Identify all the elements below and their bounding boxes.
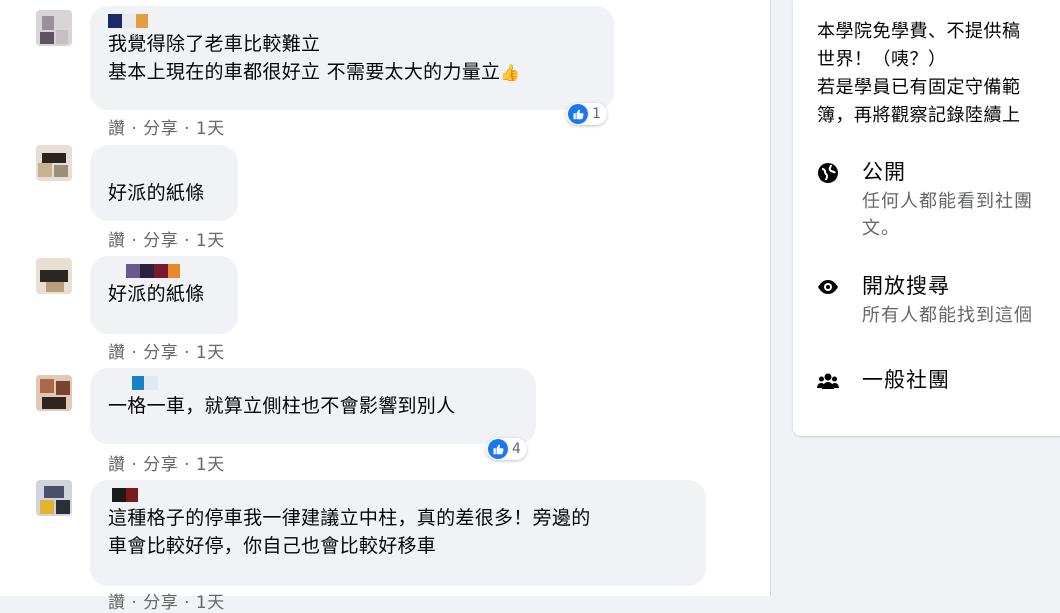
comment-bubble: 這種格子的停車我一律建議立中柱，真的差很多！旁邊的 車會比較好停，你自己也會比較… xyxy=(90,480,706,586)
group-about-panel: 本學院免學費、不提供稿 世界！（咦？） 若是學員已有固定守備範 簿，再將觀察記錄… xyxy=(793,0,1060,436)
avatar[interactable] xyxy=(36,258,72,294)
like-icon xyxy=(568,104,588,124)
avatar[interactable] xyxy=(36,375,72,411)
group-type-title: 一般社團 xyxy=(862,368,950,392)
visibility-subtitle: 所有人都能找到這個 xyxy=(862,305,1033,326)
like-icon xyxy=(488,439,508,459)
reaction-count[interactable]: 4 xyxy=(486,438,527,460)
column-divider xyxy=(770,0,771,596)
privacy-subtitle: 任何人都能看到社團 文。 xyxy=(862,191,1033,239)
thumbs-up-emoji: 👍 xyxy=(500,63,521,82)
comment-text: 好派的紙條 xyxy=(108,182,205,204)
comment-bubble: 我覺得除了老車比較難立 基本上現在的車都很好立 不需要太大的力量立👍 xyxy=(90,6,614,110)
comment-bubble: 好派的紙條 xyxy=(90,145,238,221)
visibility-title: 開放搜尋 xyxy=(862,274,950,298)
avatar[interactable] xyxy=(36,10,72,46)
comment-text: 一格一車，就算立側柱也不會影響到別人 xyxy=(108,395,456,417)
eye-icon xyxy=(817,276,839,298)
avatar[interactable] xyxy=(36,145,72,181)
privacy-title: 公開 xyxy=(862,160,906,184)
commenter-name[interactable] xyxy=(126,264,226,278)
comment-actions[interactable]: 讚 · 分享 · 1天 xyxy=(108,114,225,139)
comment-bubble: 一格一車，就算立側柱也不會影響到別人 xyxy=(90,368,536,444)
commenter-name[interactable] xyxy=(132,376,524,390)
reaction-count[interactable]: 1 xyxy=(566,103,607,125)
comment-text: 我覺得除了老車比較難立 基本上現在的車都很好立 不需要太大的力量立👍 xyxy=(108,33,521,83)
comment-bubble: 好派的紙條 xyxy=(90,256,238,334)
comment-actions[interactable]: 讚 · 分享 · 1天 xyxy=(108,450,225,475)
comments-feed: 我覺得除了老車比較難立 基本上現在的車都很好立 不需要太大的力量立👍 1 讚 ·… xyxy=(0,0,770,613)
group-icon xyxy=(817,370,839,392)
comment-text: 這種格子的停車我一律建議立中柱，真的差很多！旁邊的 車會比較好停，你自己也會比較… xyxy=(108,507,591,557)
comment-actions[interactable]: 讚 · 分享 · 1天 xyxy=(108,338,225,363)
commenter-name[interactable] xyxy=(108,14,602,28)
group-description: 本學院免學費、不提供稿 世界！（咦？） 若是學員已有固定守備範 簿，再將觀察記錄… xyxy=(817,21,1021,126)
avatar[interactable] xyxy=(36,480,72,516)
comment-text: 好派的紙條 xyxy=(108,283,205,305)
commenter-name[interactable] xyxy=(112,488,694,502)
comment-actions[interactable]: 讚 · 分享 · 1天 xyxy=(108,588,225,613)
comment-actions[interactable]: 讚 · 分享 · 1天 xyxy=(108,226,225,251)
globe-icon xyxy=(817,162,839,184)
